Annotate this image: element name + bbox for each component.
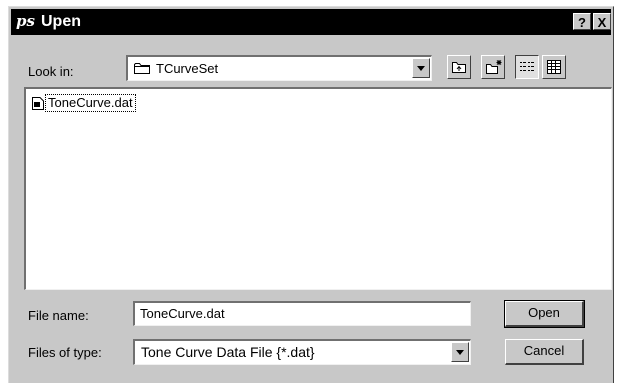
file-type-dropdown[interactable]: Tone Curve Data File {*.dat}: [133, 339, 471, 365]
close-button[interactable]: X: [593, 13, 611, 30]
details-view-icon: [547, 60, 561, 74]
new-folder-button[interactable]: [481, 55, 505, 79]
file-type-value: Tone Curve Data File {*.dat}: [141, 344, 315, 360]
help-button[interactable]: ?: [573, 13, 591, 30]
file-icon: [32, 97, 44, 110]
look-in-value: TCurveSet: [156, 61, 219, 76]
up-one-level-icon: [452, 62, 466, 73]
file-type-dropdown-button[interactable]: [451, 342, 469, 362]
look-in-label: Look in:: [28, 64, 74, 79]
look-in-dropdown-button[interactable]: [412, 58, 430, 78]
list-view-icon: [520, 62, 534, 71]
file-name-input[interactable]: ToneCurve.dat: [133, 301, 471, 326]
app-icon: ps: [16, 12, 35, 30]
file-type-label: Files of type:: [28, 345, 102, 360]
file-name-label-text: File name:: [28, 308, 89, 323]
open-button[interactable]: Open: [504, 300, 585, 328]
cancel-button[interactable]: Cancel: [505, 339, 584, 365]
chevron-down-icon: [456, 350, 464, 355]
details-view-button[interactable]: [542, 55, 566, 79]
look-in-dropdown[interactable]: TCurveSet: [126, 55, 432, 81]
file-name-label: ToneCurve.dat: [45, 94, 136, 112]
folder-icon: [134, 63, 150, 74]
up-one-level-button[interactable]: [447, 55, 471, 79]
chevron-down-icon: [417, 66, 425, 71]
title-bar[interactable]: ps Upen ? X: [11, 9, 611, 35]
open-dialog: ps Upen ? X Look in: TCurveSet ToneCurve…: [8, 6, 614, 383]
window-title: Upen: [41, 13, 81, 30]
new-folder-icon: [486, 60, 502, 74]
file-list[interactable]: ToneCurve.dat: [24, 87, 612, 290]
list-view-button[interactable]: [515, 55, 539, 79]
